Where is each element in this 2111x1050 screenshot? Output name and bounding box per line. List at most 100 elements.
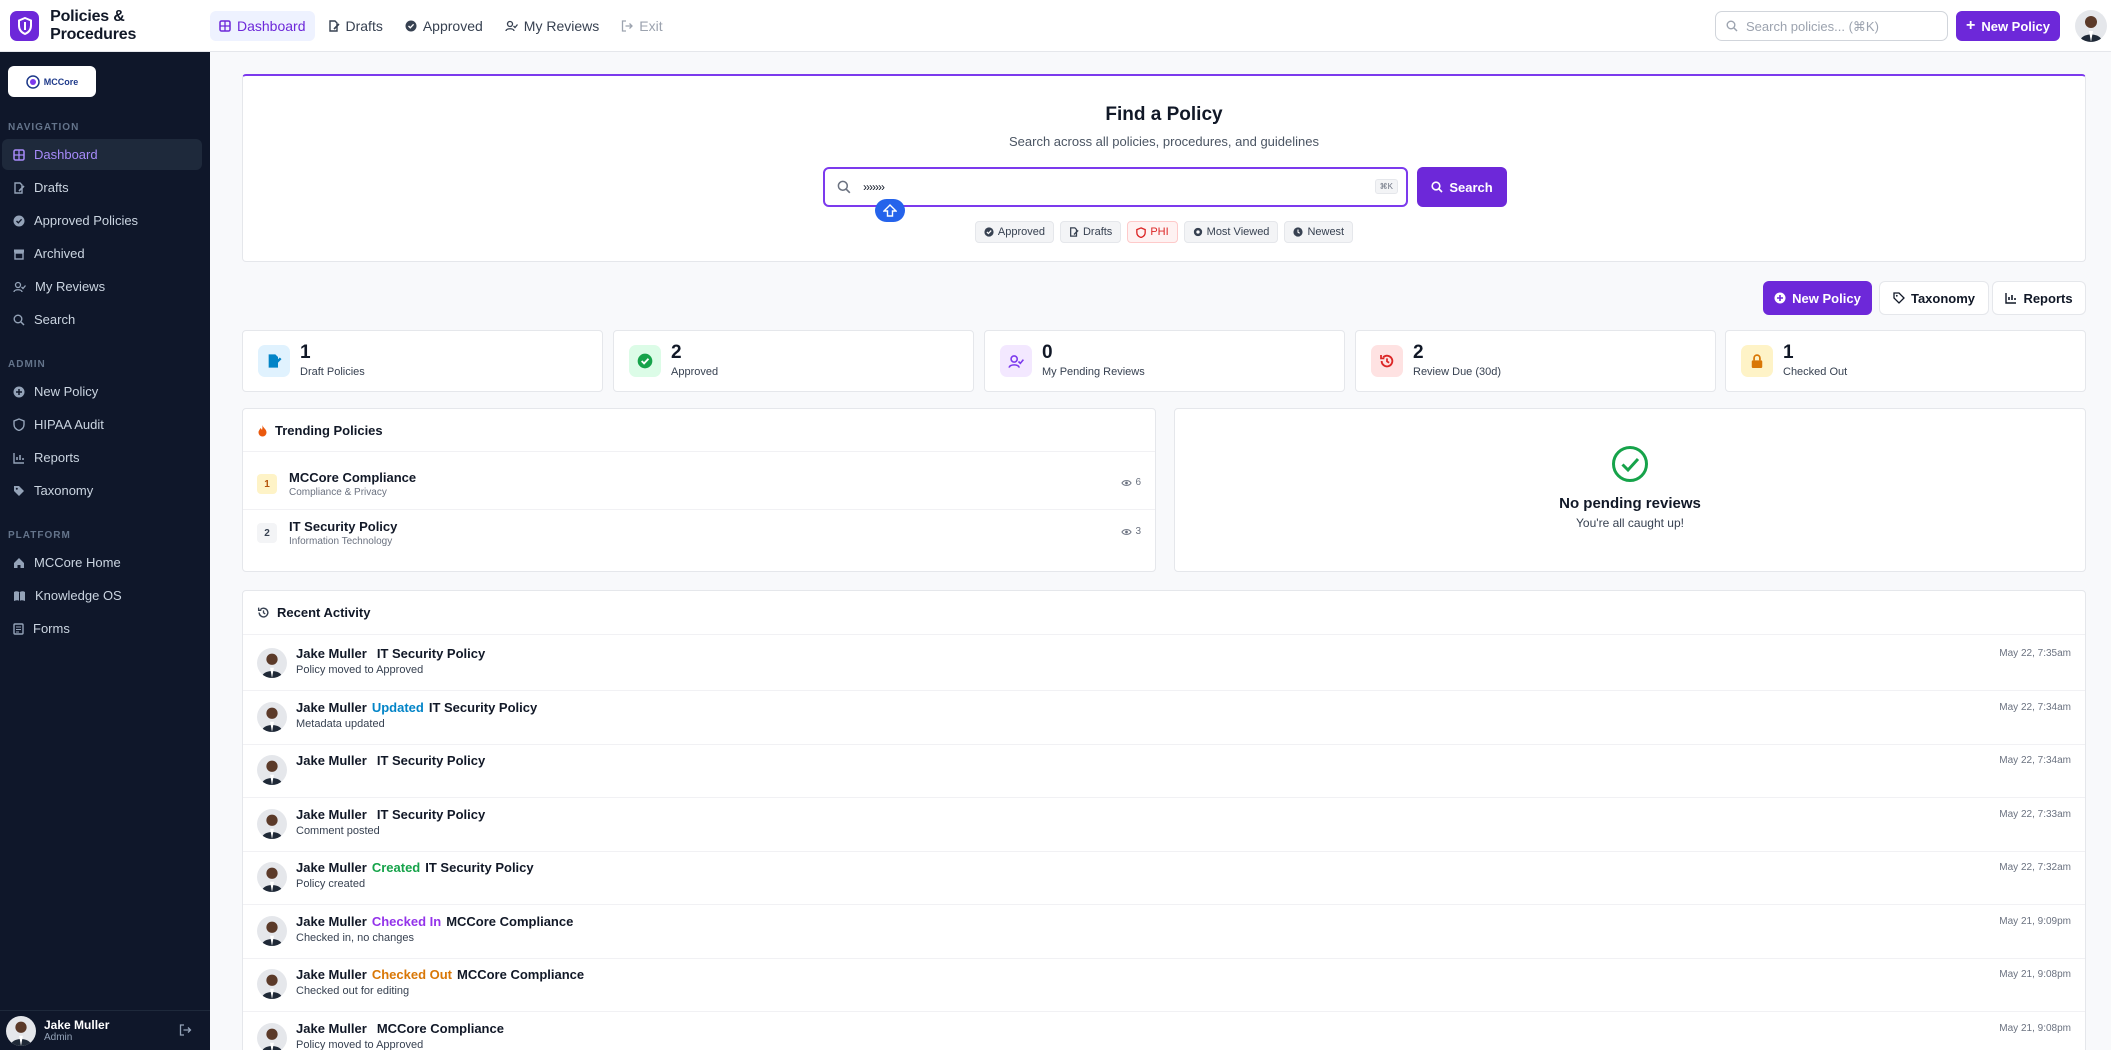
top-bar: Policies & Procedures Dashboard Drafts A… — [0, 0, 2111, 52]
trending-item[interactable]: 2 IT Security Policy Information Technol… — [257, 513, 1141, 553]
search-input-value: ››››››› — [863, 180, 885, 194]
policy-search-input[interactable]: ››››››› ⌘K — [823, 167, 1408, 207]
sidebar-item-forms[interactable]: Forms — [2, 613, 202, 644]
activity-summary: Jake Muller Created IT Security Policy — [296, 860, 534, 875]
exit-icon — [622, 19, 634, 32]
global-search[interactable] — [1715, 11, 1948, 41]
shortcut-hint: ⌘K — [1374, 179, 1398, 194]
activity-summary: Jake Muller Updated IT Security Policy — [296, 700, 537, 715]
stat-my-pending-reviews[interactable]: 0 My Pending Reviews — [984, 330, 1345, 392]
org-logo[interactable]: MCCore — [8, 66, 96, 97]
topnav-exit[interactable]: Exit — [612, 11, 671, 41]
sidebar-item-approved-policies[interactable]: Approved Policies — [2, 205, 202, 236]
divider — [243, 634, 2085, 635]
activity-title: Recent Activity — [277, 605, 371, 620]
activity-row[interactable]: Jake Muller Checked In MCCore Compliance Ch… — [257, 907, 2071, 960]
taxonomy-button[interactable]: Taxonomy — [1879, 281, 1989, 315]
sidebar-item-mccore-home[interactable]: MCCore Home — [2, 547, 202, 578]
stat-checked-out[interactable]: 1 Checked Out — [1725, 330, 2086, 392]
brand[interactable]: Policies & Procedures — [0, 8, 210, 44]
history-icon — [257, 607, 269, 618]
activity-row[interactable]: Jake Muller MCCore Compliance Policy moved… — [257, 1014, 2071, 1050]
activity-summary: Jake Muller IT Security Policy — [296, 753, 485, 768]
search-button[interactable]: Search — [1417, 167, 1507, 207]
user-avatar[interactable] — [2075, 10, 2107, 42]
filter-phi[interactable]: PHI — [1127, 221, 1178, 243]
check-circle-icon — [13, 215, 25, 226]
sidebar-item-search[interactable]: Search — [2, 304, 202, 335]
stat-draft-policies[interactable]: 1 Draft Policies — [242, 330, 603, 392]
global-search-input[interactable] — [1746, 18, 1936, 34]
sidebar-item-dashboard[interactable]: Dashboard — [2, 139, 202, 170]
activity-policy-link[interactable]: MCCore Compliance — [457, 967, 584, 982]
sidebar-user[interactable]: Jake Muller Admin — [0, 1010, 210, 1050]
divider — [243, 904, 2085, 905]
activity-row[interactable]: Jake Muller IT Security Policy Policy move… — [257, 639, 2071, 692]
sidebar-item-drafts[interactable]: Drafts — [2, 172, 202, 203]
activity-user: Jake Muller — [296, 967, 367, 982]
activity-row[interactable]: Jake Muller Updated IT Security Policy Meta… — [257, 693, 2071, 746]
sidebar-item-taxonomy[interactable]: Taxonomy — [2, 475, 202, 506]
filter-approved[interactable]: Approved — [974, 221, 1054, 243]
activity-user: Jake Muller — [296, 806, 367, 822]
action-label: Reports — [2023, 290, 2073, 306]
activity-header: Recent Activity — [257, 605, 370, 620]
topnav-approved[interactable]: Approved — [396, 11, 492, 41]
views-count: 3 — [1135, 526, 1141, 537]
stat-label: Checked Out — [1783, 366, 1848, 378]
trending-header: Trending Policies — [257, 423, 383, 438]
activity-policy-link[interactable]: IT Security Policy — [429, 700, 537, 715]
filter-drafts[interactable]: Drafts — [1059, 221, 1122, 243]
divider — [243, 743, 2085, 745]
activity-row[interactable]: Jake Muller IT Security Policy May 22, 7:3… — [257, 746, 2071, 799]
activity-policy-link[interactable]: MCCore Compliance — [377, 1021, 504, 1036]
sidebar-item-reports[interactable]: Reports — [2, 442, 202, 473]
activity-action: Checked Out — [371, 967, 453, 982]
sidebar-item-label: Approved Policies — [34, 213, 139, 228]
clock-icon — [1293, 227, 1304, 237]
activity-row[interactable]: Jake Muller Created IT Security Policy Poli… — [257, 853, 2071, 906]
activity-summary: Jake Muller Checked Out MCCore Compliance — [296, 967, 584, 982]
activity-row[interactable]: Jake Muller Checked Out MCCore Compliance C… — [257, 960, 2071, 1013]
sidebar-item-my-reviews[interactable]: My Reviews — [2, 271, 202, 302]
logout-icon[interactable] — [179, 1024, 192, 1036]
topnav-drafts[interactable]: Drafts — [319, 11, 392, 41]
sidebar-item-new-policy[interactable]: New Policy — [2, 376, 202, 407]
activity-policy-link[interactable]: IT Security Policy — [377, 753, 485, 768]
grid-icon — [13, 148, 25, 161]
new-policy-label: New Policy — [1981, 18, 2050, 34]
avatar — [257, 969, 287, 999]
avatar — [257, 915, 287, 946]
views-count: 6 — [1135, 477, 1141, 488]
trending-category: Information Technology — [289, 536, 393, 547]
reports-button[interactable]: Reports — [1992, 281, 2086, 315]
divider — [243, 1011, 2085, 1012]
topnav-dashboard[interactable]: Dashboard — [210, 10, 315, 41]
file-edit-icon — [1070, 227, 1079, 237]
sidebar-item-hipaa-audit[interactable]: HIPAA Audit — [2, 409, 202, 440]
new-policy-button[interactable]: + New Policy — [1956, 11, 2060, 41]
topnav-my-reviews[interactable]: My Reviews — [496, 11, 608, 41]
activity-policy-link[interactable]: IT Security Policy — [377, 807, 485, 822]
trending-item[interactable]: 1 MCCore Compliance Compliance & Privacy… — [257, 464, 1141, 504]
find-title: Find a Policy — [1105, 104, 1223, 125]
activity-summary: Jake Muller IT Security Policy — [296, 646, 485, 661]
sidebar-item-archived[interactable]: Archived — [2, 238, 202, 269]
stat-review-due[interactable]: 2 Review Due (30d) — [1355, 330, 1716, 392]
activity-policy-link[interactable]: IT Security Policy — [425, 860, 533, 875]
activity-policy-link[interactable]: IT Security Policy — [377, 646, 485, 661]
sidebar-item-label: Drafts — [34, 180, 69, 195]
filter-newest[interactable]: Newest — [1284, 221, 1354, 243]
stat-approved[interactable]: 2 Approved — [613, 330, 974, 392]
topnav-label: My Reviews — [523, 17, 600, 34]
stat-label: Approved — [671, 366, 719, 378]
activity-row[interactable]: Jake Muller IT Security Policy Comment pos… — [257, 800, 2071, 853]
new-policy-action-button[interactable]: New Policy — [1763, 281, 1872, 315]
activity-policy-link[interactable]: MCCore Compliance — [446, 914, 573, 929]
filter-most-viewed[interactable]: Most Viewed — [1183, 221, 1279, 243]
trending-name: IT Security Policy — [289, 519, 398, 534]
sidebar-user-name: Jake Muller — [44, 1018, 110, 1032]
trending-name: MCCore Compliance — [289, 470, 417, 485]
activity-action: Created — [371, 860, 421, 875]
sidebar-item-knowledge-os[interactable]: Knowledge OS — [2, 580, 202, 611]
